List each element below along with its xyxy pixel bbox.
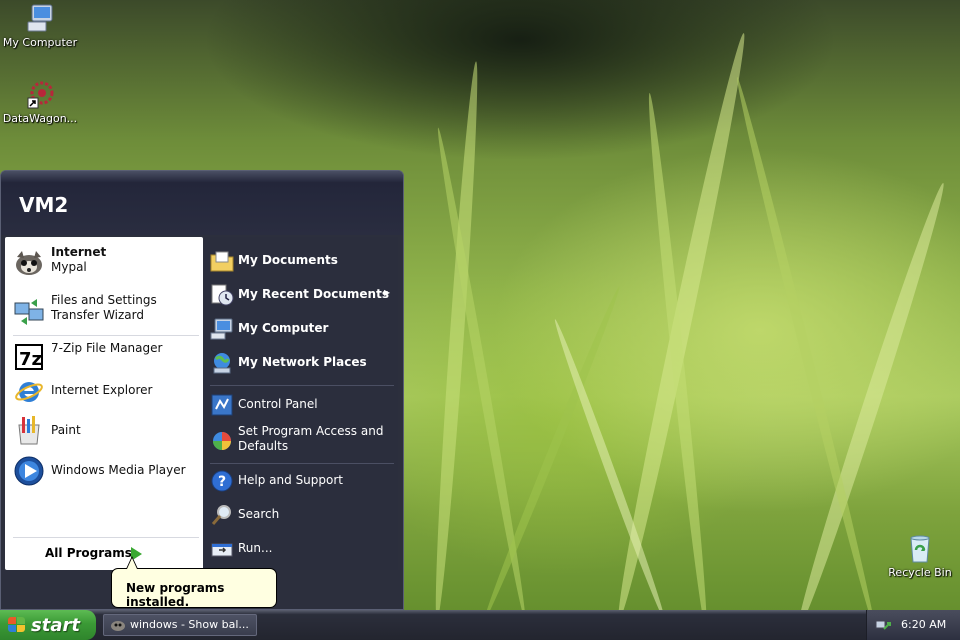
tool-item-search[interactable]: Search bbox=[208, 499, 396, 531]
run-icon bbox=[210, 537, 234, 561]
menu-separator bbox=[13, 537, 199, 538]
submenu-arrow-icon: ▸ bbox=[384, 285, 391, 299]
paint-icon bbox=[13, 415, 45, 447]
place-item-label: My Documents bbox=[238, 253, 338, 267]
place-item-label: My Recent Documents bbox=[238, 287, 389, 301]
menu-separator bbox=[210, 385, 394, 386]
settings-item-program-access[interactable]: Set Program Access and Defaults bbox=[208, 423, 396, 461]
taskbar-window-label: windows - Show bal... bbox=[130, 618, 249, 631]
pinned-item-title: Files and Settings Transfer Wizard bbox=[51, 293, 157, 322]
new-programs-balloon[interactable]: New programs installed. bbox=[111, 568, 277, 609]
place-item-my-documents[interactable]: My Documents bbox=[208, 245, 396, 277]
tool-item-help[interactable]: ? Help and Support bbox=[208, 465, 396, 497]
recycle-bin-icon bbox=[904, 532, 936, 564]
start-menu-places-pane: My Documents My Recent Documents ▸ My Co… bbox=[204, 237, 398, 570]
network-tray-icon[interactable] bbox=[875, 617, 891, 636]
balloon-text: New programs installed. bbox=[126, 581, 225, 609]
menu-separator bbox=[210, 463, 394, 464]
desktop-icon-my-computer[interactable]: My Computer bbox=[0, 2, 80, 49]
pinned-item-transfer-wizard[interactable]: Files and Settings Transfer Wizard bbox=[11, 293, 201, 329]
control-panel-icon bbox=[210, 393, 234, 417]
mypal-browser-icon bbox=[110, 617, 126, 636]
settings-item-label: Set Program Access and Defaults bbox=[238, 424, 384, 453]
network-places-icon bbox=[210, 351, 234, 375]
all-programs-button[interactable]: All Programs bbox=[45, 546, 132, 560]
recent-documents-icon bbox=[210, 283, 234, 307]
start-menu: VM2 Internet Mypal Files and Settings Tr… bbox=[0, 170, 404, 610]
recent-item-paint[interactable]: Paint bbox=[11, 413, 201, 449]
tool-item-run[interactable]: Run... bbox=[208, 533, 396, 565]
place-item-my-computer[interactable]: My Computer bbox=[208, 313, 396, 345]
tool-item-label: Search bbox=[238, 507, 280, 521]
place-item-label: My Network Places bbox=[238, 355, 367, 369]
datawagon-shortcut-icon bbox=[24, 78, 56, 110]
start-menu-programs-pane: Internet Mypal Files and Settings Transf… bbox=[5, 237, 203, 570]
windows-logo-icon bbox=[8, 617, 26, 633]
recent-item-internet-explorer[interactable]: Internet Explorer bbox=[11, 373, 201, 409]
place-item-label: My Computer bbox=[238, 321, 329, 335]
desktop-icon-datawagon[interactable]: DataWagon... bbox=[0, 78, 80, 125]
desktop-icon-recycle-bin[interactable]: Recycle Bin bbox=[880, 532, 960, 579]
media-player-icon bbox=[13, 455, 45, 487]
program-access-icon bbox=[210, 429, 234, 453]
7zip-icon: 7z bbox=[13, 341, 45, 373]
taskbar-clock[interactable]: 6:20 AM bbox=[901, 618, 946, 631]
my-computer-icon bbox=[210, 317, 234, 341]
start-button-label: start bbox=[31, 615, 80, 636]
help-icon: ? bbox=[210, 469, 234, 493]
tool-item-label: Run... bbox=[238, 541, 273, 555]
taskbar-window-button[interactable]: windows - Show bal... bbox=[103, 614, 257, 636]
tool-item-label: Help and Support bbox=[238, 473, 343, 487]
settings-item-control-panel[interactable]: Control Panel bbox=[208, 389, 396, 421]
grass-blade bbox=[643, 92, 712, 631]
svg-text:?: ? bbox=[218, 474, 226, 490]
desktop-icon-label: My Computer bbox=[2, 36, 78, 49]
my-documents-icon bbox=[210, 249, 234, 273]
place-item-recent-documents[interactable]: My Recent Documents ▸ bbox=[208, 279, 396, 311]
transfer-wizard-icon bbox=[13, 295, 45, 327]
recent-item-title: Internet Explorer bbox=[51, 383, 153, 397]
menu-separator bbox=[13, 335, 199, 336]
grass-blade bbox=[732, 75, 880, 632]
desktop-icon-label: Recycle Bin bbox=[888, 566, 952, 579]
start-menu-user-name: VM2 bbox=[1, 171, 403, 235]
pinned-item-title: Internet bbox=[51, 245, 107, 259]
settings-item-label: Control Panel bbox=[238, 397, 318, 411]
desktop-icon-label: DataWagon... bbox=[2, 112, 78, 125]
balloon-tail-fill bbox=[127, 558, 137, 569]
my-computer-icon bbox=[24, 2, 56, 34]
recent-item-title: 7-Zip File Manager bbox=[51, 341, 163, 355]
recent-item-media-player[interactable]: Windows Media Player bbox=[11, 453, 201, 489]
recent-item-title: Paint bbox=[51, 423, 81, 437]
pinned-item-subtitle: Mypal bbox=[51, 260, 87, 274]
search-icon bbox=[210, 503, 234, 527]
recent-item-7zip[interactable]: 7z 7-Zip File Manager bbox=[11, 339, 201, 375]
internet-explorer-icon bbox=[13, 375, 45, 407]
pinned-item-internet[interactable]: Internet Mypal bbox=[11, 245, 201, 281]
recent-item-title: Windows Media Player bbox=[51, 463, 186, 477]
mypal-browser-icon bbox=[13, 247, 45, 279]
place-item-network-places[interactable]: My Network Places bbox=[208, 347, 396, 379]
svg-text:7z: 7z bbox=[19, 349, 42, 370]
